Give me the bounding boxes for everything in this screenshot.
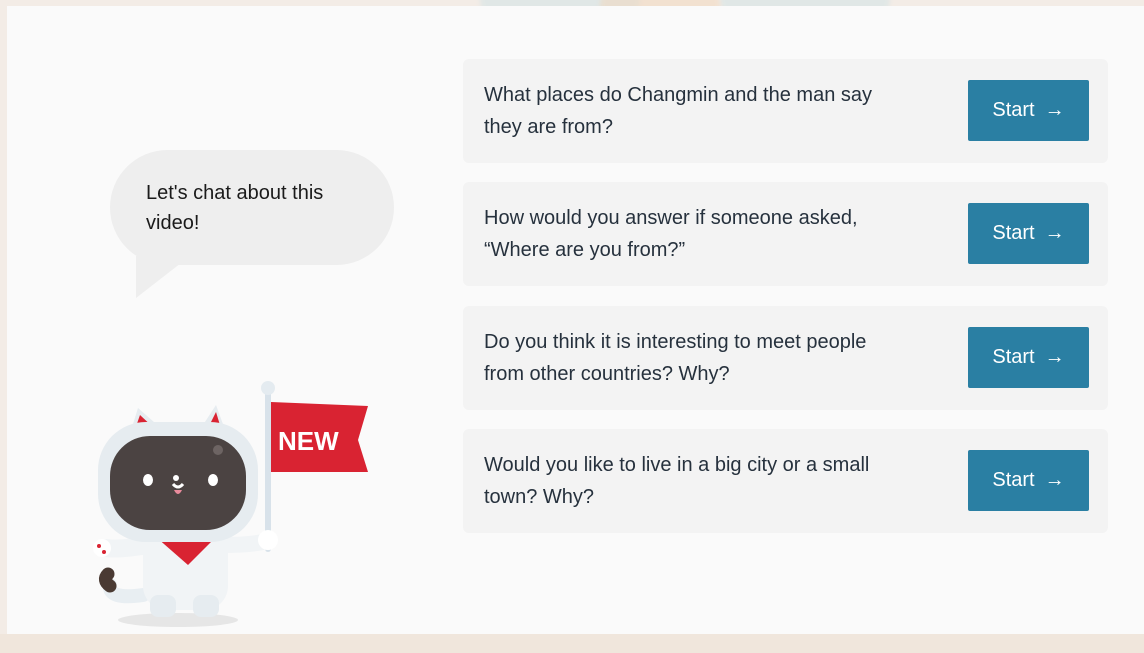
start-button[interactable]: Start → xyxy=(968,80,1089,141)
start-button-label: Start xyxy=(992,469,1035,491)
question-text: Do you think it is interesting to meet p… xyxy=(484,331,867,385)
question-text: How would you answer if someone asked, “… xyxy=(484,207,858,261)
arrow-right-icon: → xyxy=(1044,222,1065,244)
question-text: Would you like to live in a big city or … xyxy=(484,454,870,508)
arrow-right-icon: → xyxy=(1044,99,1065,121)
arrow-right-icon: → xyxy=(1044,346,1065,368)
speech-bubble-tail xyxy=(136,256,190,298)
speech-bubble-text: Let's chat about this video! xyxy=(146,182,324,234)
start-button-label: Start xyxy=(992,99,1035,121)
start-button[interactable]: Start → xyxy=(968,203,1089,264)
question-card: Would you like to live in a big city or … xyxy=(463,429,1108,533)
start-button-label: Start xyxy=(992,346,1035,368)
start-button[interactable]: Start → xyxy=(968,327,1089,388)
flag-new-label: NEW xyxy=(278,426,339,456)
arrow-right-icon: → xyxy=(1044,469,1065,491)
page-bottom-strip xyxy=(0,634,1144,653)
question-card: Do you think it is interesting to meet p… xyxy=(463,306,1108,410)
start-button[interactable]: Start → xyxy=(968,450,1089,511)
cat-robot-mascot-illustration: NEW xyxy=(93,381,368,627)
question-card: How would you answer if someone asked, “… xyxy=(463,182,1108,286)
question-text: What places do Changmin and the man say … xyxy=(484,84,872,138)
question-card: What places do Changmin and the man say … xyxy=(463,59,1108,163)
start-button-label: Start xyxy=(992,222,1035,244)
